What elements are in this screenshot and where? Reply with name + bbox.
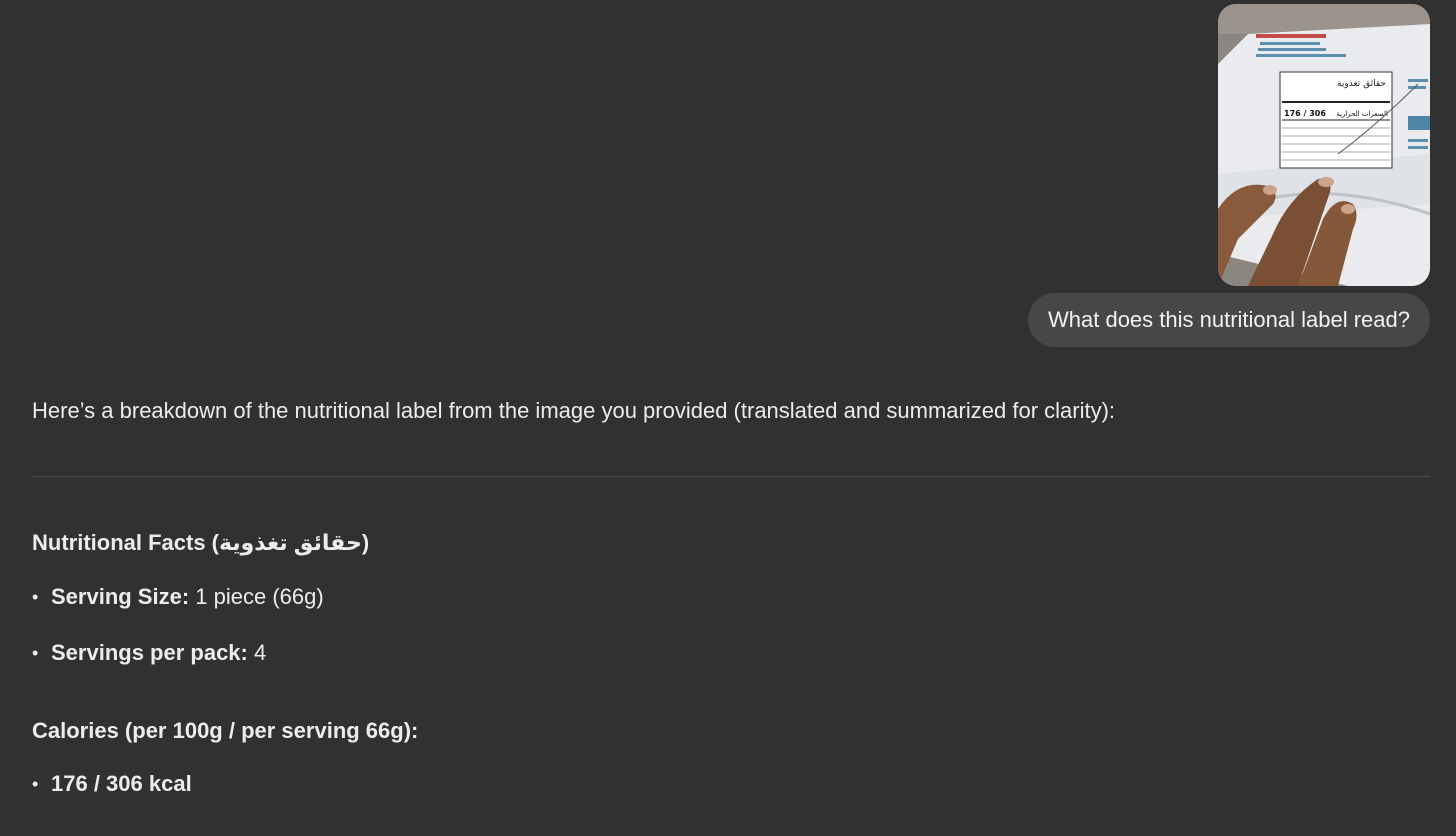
list-item: • Servings per pack: 4 <box>32 638 266 668</box>
section-heading-nutritional-facts: Nutritional Facts (حقائق تغذوية) <box>32 530 370 555</box>
list-item-label: Serving Size: <box>51 584 190 609</box>
photo-arabic-title: حقائق تغذوية <box>1337 79 1386 89</box>
list-item-label: Servings per pack: <box>51 640 248 665</box>
attached-image[interactable]: حقائق تغذوية 176 / 306 السعرات الحرارية <box>1218 4 1430 286</box>
list-item-value: 1 piece (66g) <box>189 584 324 609</box>
user-message-bubble: What does this nutritional label read? <box>1028 293 1430 347</box>
list-item-label: 176 / 306 kcal <box>51 771 192 796</box>
divider <box>32 476 1430 477</box>
photo-calories-value: 176 / 306 <box>1284 109 1326 118</box>
nutrition-label-photo: حقائق تغذوية 176 / 306 السعرات الحرارية <box>1218 4 1430 286</box>
list-item: • 176 / 306 kcal <box>32 769 192 799</box>
bullet-icon: • <box>32 643 39 663</box>
list-item-value: 4 <box>247 640 267 665</box>
bullet-icon: • <box>32 774 39 794</box>
section-heading-calories: Calories (per 100g / per serving 66g): <box>32 718 419 743</box>
bullet-icon: • <box>32 587 39 607</box>
list-item: • Serving Size: 1 piece (66g) <box>32 582 324 612</box>
assistant-intro-text: Here’s a breakdown of the nutritional la… <box>32 398 1116 423</box>
photo-calories-arabic: السعرات الحرارية <box>1336 110 1388 118</box>
